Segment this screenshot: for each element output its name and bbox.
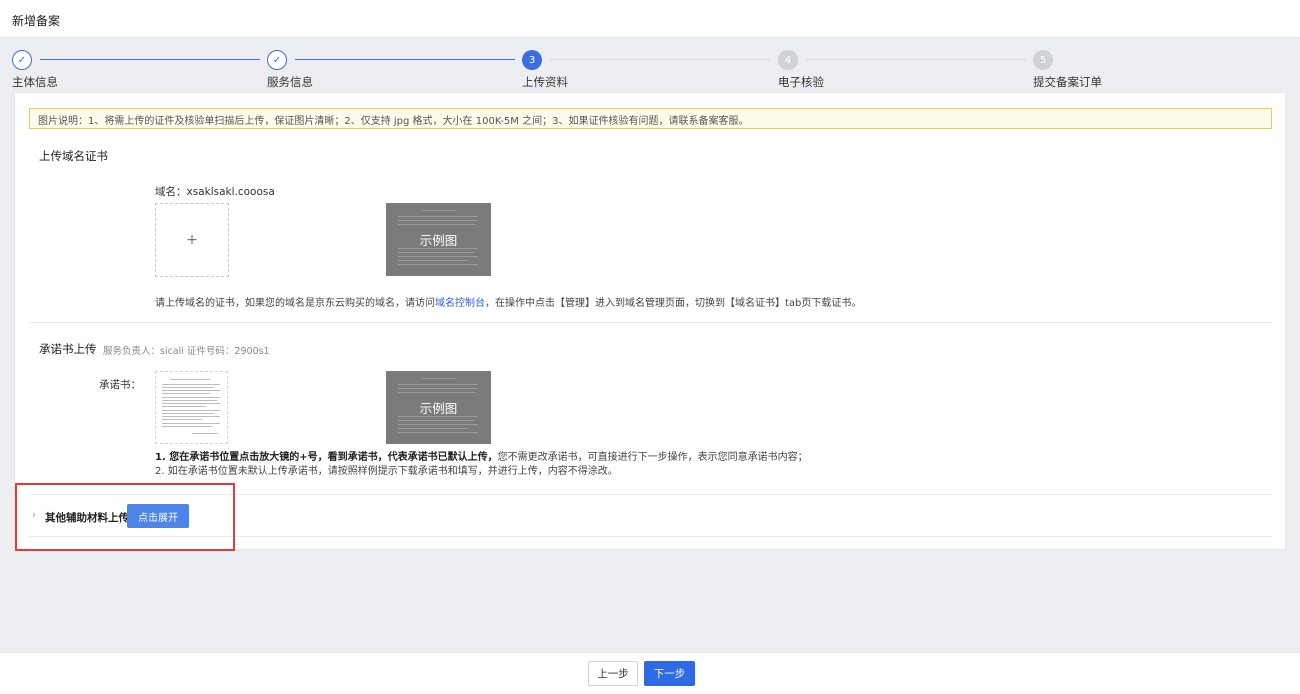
upload-card: 图片说明：1、将需上传的证件及核验单扫描后上传，保证图片清晰；2、仅支持 jpg…	[14, 92, 1286, 550]
step-connector	[550, 59, 770, 60]
check-icon: ✓	[12, 50, 32, 70]
notice-banner: 图片说明：1、将需上传的证件及核验单扫描后上传，保证图片清晰；2、仅支持 jpg…	[29, 108, 1272, 129]
step-number: 4	[778, 50, 798, 70]
sample-label: 示例图	[419, 233, 458, 248]
top-bar: 新增备案	[0, 0, 1300, 38]
commitment-upload[interactable]	[155, 371, 228, 444]
commitment-hint-2: 2. 如在承诺书位置未默认上传承诺书，请按照样例提示下载承诺书和填写，并进行上传…	[155, 466, 618, 477]
domain-cert-hint: 请上传域名的证书，如果您的域名是京东云购买的域名，请访问域名控制台，在操作中点击…	[155, 298, 862, 309]
footer-bar: 上一步 下一步	[0, 652, 1300, 694]
sample-label: 示例图	[419, 401, 458, 416]
check-icon: ✓	[267, 50, 287, 70]
prev-step-button[interactable]: 上一步	[588, 661, 638, 686]
domain-cert-title: 上传域名证书	[39, 149, 108, 163]
step-number: 3	[522, 50, 542, 70]
progress-steps: ✓ 主体信息 ✓ 服务信息 3 上传资料 4 电子核验 5 提交备案订单	[0, 38, 1300, 92]
step-number: 5	[1033, 50, 1053, 70]
step-connector	[806, 59, 1026, 60]
step-label: 上传资料	[522, 75, 568, 89]
domain-console-link[interactable]: 域名控制台	[435, 298, 485, 309]
step-connector	[40, 59, 260, 60]
page-title: 新增备案	[12, 14, 61, 28]
domain-cert-upload[interactable]: +	[155, 203, 229, 277]
domain-name-label: 域名：xsaklsakl.cooosa	[155, 186, 275, 198]
step-connector	[295, 59, 515, 60]
step-label: 提交备案订单	[1033, 75, 1102, 89]
domain-cert-sample-image[interactable]: 示例图	[386, 203, 491, 276]
next-step-button[interactable]: 下一步	[644, 661, 695, 686]
commitment-title: 承诺书上传	[39, 342, 97, 356]
step-label: 主体信息	[12, 75, 58, 89]
step-label: 服务信息	[267, 75, 313, 89]
commitment-hint-1: 1. 您在承诺书位置点击放大镜的+号，看到承诺书，代表承诺书已默认上传，您不需更…	[155, 452, 808, 463]
commitment-field-label: 承诺书：	[99, 379, 141, 391]
highlight-box	[15, 483, 235, 551]
section-divider	[29, 322, 1272, 323]
plus-icon: +	[186, 232, 198, 248]
commitment-sample-image[interactable]: 示例图	[386, 371, 491, 444]
step-label: 电子核验	[778, 75, 824, 89]
commitment-meta: 服务负责人：sicali 证件号码：2900s1	[103, 346, 270, 357]
